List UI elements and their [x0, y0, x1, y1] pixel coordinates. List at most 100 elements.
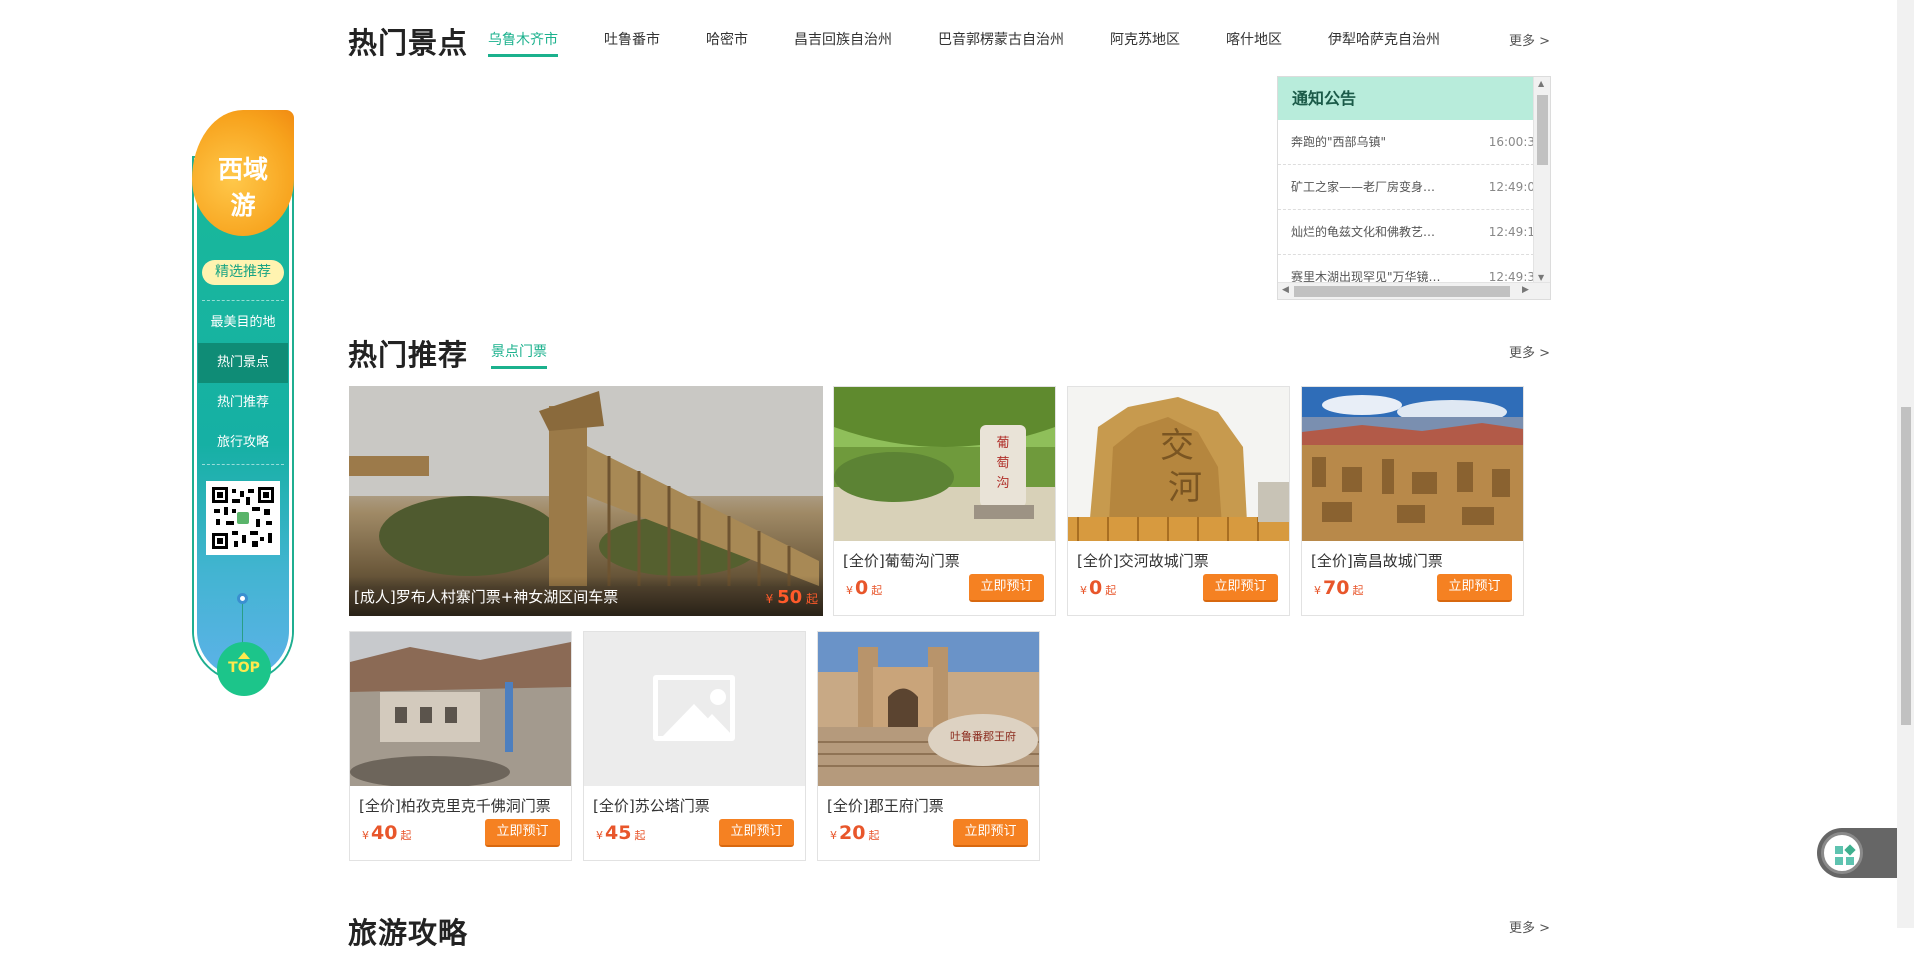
- jiaohe-ruins-photo[interactable]: 交 河: [1068, 387, 1289, 541]
- notice-hscroll-thumb[interactable]: [1294, 286, 1510, 297]
- widget-ring[interactable]: [1821, 832, 1863, 874]
- price-value: 0: [1089, 577, 1103, 599]
- logo-line-2: 游: [230, 191, 256, 220]
- tab-bayingolin[interactable]: 巴音郭楞蒙古自治州: [938, 29, 1064, 57]
- tab-scenic-tickets[interactable]: 景点门票: [491, 341, 547, 369]
- tab-urumqi[interactable]: 乌鲁木齐市: [488, 29, 558, 57]
- price-from: 起: [805, 592, 818, 606]
- hot-recommend-tabs: 景点门票: [491, 341, 593, 369]
- price-from: 起: [868, 829, 880, 842]
- price-from: 起: [400, 829, 412, 842]
- notice-item[interactable]: 灿烂的龟兹文化和佛教艺… 12:49:1: [1278, 210, 1535, 255]
- travel-guide-title: 旅游攻略: [348, 916, 469, 950]
- book-now-button[interactable]: 立即预订: [1437, 574, 1512, 602]
- tab-turpan[interactable]: 吐鲁番市: [604, 29, 660, 57]
- featured-ticket-card[interactable]: [成人]罗布人村寨门票+神女湖区间车票 ¥ 50 起: [349, 386, 823, 616]
- tab-hami[interactable]: 哈密市: [706, 29, 748, 57]
- apps-icon[interactable]: [1835, 844, 1856, 866]
- ticket-name[interactable]: [全价]交河故城门票: [1077, 550, 1209, 571]
- nav-divider: [202, 300, 284, 301]
- scroll-left-icon[interactable]: ◀: [1282, 285, 1289, 295]
- book-now-button[interactable]: 立即预订: [719, 819, 794, 847]
- floating-nav: 西域 游 精选推荐 最美目的地 热门景点 热门推荐 旅行攻略 TOP: [192, 110, 294, 696]
- currency-symbol: ¥: [830, 829, 837, 842]
- notice-item-text[interactable]: 矿工之家——老厂房变身…: [1291, 180, 1435, 194]
- tab-ili[interactable]: 伊犁哈萨克自治州: [1328, 29, 1440, 57]
- scroll-right-icon[interactable]: ▶: [1522, 285, 1529, 295]
- book-now-button[interactable]: 立即预订: [1203, 574, 1278, 602]
- notice-item-time: 16:00:3: [1488, 135, 1535, 149]
- tab-changji[interactable]: 昌吉回族自治州: [794, 29, 892, 57]
- nav-knob: [237, 593, 248, 604]
- notice-vertical-scrollbar[interactable]: ▲ ▼: [1533, 77, 1550, 284]
- price-value: 50: [777, 587, 803, 608]
- ticket-card[interactable]: [全价]柏孜克里克千佛洞门票 ¥40 起 立即预订: [349, 631, 572, 861]
- nav-divider: [202, 464, 284, 465]
- hot-spots-title: 热门景点: [348, 26, 469, 60]
- ticket-name[interactable]: [全价]葡萄沟门票: [843, 550, 960, 571]
- tab-kashgar[interactable]: 喀什地区: [1226, 29, 1282, 57]
- nav-item-destinations[interactable]: 最美目的地: [198, 303, 288, 343]
- notice-panel: 通知公告 奔跑的"西部乌镇" 16:00:3 矿工之家——老厂房变身… 12:4…: [1277, 76, 1551, 300]
- placeholder-mountain-small: [690, 714, 734, 737]
- prince-mansion-photo[interactable]: 吐鲁番郡王府: [818, 632, 1039, 786]
- nav-item-hot-recommend[interactable]: 热门推荐: [198, 383, 288, 423]
- price-value: 70: [1323, 577, 1350, 599]
- nav-item-travel-guide[interactable]: 旅行攻略: [198, 423, 288, 463]
- currency-symbol: ¥: [596, 829, 603, 842]
- book-now-button[interactable]: 立即预订: [969, 574, 1044, 602]
- floating-widget[interactable]: [1817, 828, 1897, 878]
- price-from: 起: [1352, 584, 1364, 597]
- svg-text:交: 交: [1160, 427, 1194, 465]
- ticket-price: ¥0 起: [846, 577, 882, 599]
- svg-text:河: 河: [1168, 470, 1202, 507]
- notice-item[interactable]: 奔跑的"西部乌镇" 16:00:3: [1278, 120, 1535, 165]
- ticket-card[interactable]: [全价]苏公塔门票 ¥45 起 立即预订: [583, 631, 806, 861]
- price-from: 起: [1105, 584, 1117, 597]
- page-scroll-thumb[interactable]: [1901, 407, 1911, 725]
- svg-text:葡: 葡: [996, 435, 1009, 450]
- bezeklik-caves-photo[interactable]: [350, 632, 571, 786]
- price-value: 20: [839, 822, 866, 844]
- book-now-button[interactable]: 立即预订: [485, 819, 560, 847]
- hot-spots-more-link[interactable]: 更多 >: [1509, 30, 1550, 49]
- back-to-top-button[interactable]: TOP: [217, 642, 271, 696]
- travel-guide-more-link[interactable]: 更多 >: [1509, 917, 1550, 936]
- ticket-name[interactable]: [全价]郡王府门票: [827, 795, 944, 816]
- price-value: 40: [371, 822, 398, 844]
- ticket-price: ¥45 起: [596, 822, 645, 844]
- tab-aksu[interactable]: 阿克苏地区: [1110, 29, 1180, 57]
- travel-guide-header: 旅游攻略 更多 >: [348, 910, 1550, 960]
- currency-symbol: ¥: [765, 592, 774, 606]
- ticket-card[interactable]: 葡 萄 沟 [全价]葡萄沟门票 ¥0 起 立即预订: [833, 386, 1056, 616]
- notice-horizontal-scrollbar[interactable]: ◀ ▶: [1278, 282, 1550, 299]
- page-scrollbar[interactable]: [1897, 0, 1914, 928]
- notice-item-text[interactable]: 灿烂的龟兹文化和佛教艺…: [1291, 225, 1435, 239]
- hot-recommend-header: 热门推荐 景点门票 更多 >: [348, 332, 1550, 382]
- notice-item-text[interactable]: 奔跑的"西部乌镇": [1291, 135, 1386, 149]
- price-value: 0: [855, 577, 869, 599]
- grape-valley-photo[interactable]: 葡 萄 沟: [834, 387, 1055, 541]
- ticket-name[interactable]: [全价]柏孜克里克千佛洞门票: [359, 795, 551, 816]
- ticket-name[interactable]: [全价]高昌故城门票: [1311, 550, 1443, 571]
- scroll-down-icon[interactable]: ▼: [1538, 273, 1544, 282]
- placeholder-sun: [710, 689, 726, 705]
- ticket-name[interactable]: [全价]苏公塔门票: [593, 795, 710, 816]
- book-now-button[interactable]: 立即预订: [953, 819, 1028, 847]
- notice-title: 通知公告: [1278, 77, 1534, 120]
- nav-item-hot-spots[interactable]: 热门景点: [198, 343, 288, 383]
- price-from: 起: [634, 829, 646, 842]
- notice-item[interactable]: 矿工之家——老厂房变身… 12:49:0: [1278, 165, 1535, 210]
- ticket-card[interactable]: 吐鲁番郡王府 [全价]郡王府门票 ¥20 起 立即预订: [817, 631, 1040, 861]
- ticket-card[interactable]: [全价]高昌故城门票 ¥70 起 立即预订: [1301, 386, 1524, 616]
- hot-recommend-more-link[interactable]: 更多 >: [1509, 342, 1550, 361]
- hot-spots-header: 热门景点 乌鲁木齐市 吐鲁番市 哈密市 昌吉回族自治州 巴音郭楞蒙古自治州 阿克…: [348, 20, 1550, 70]
- notice-scroll-thumb[interactable]: [1537, 95, 1548, 165]
- placeholder-image-icon[interactable]: [584, 632, 805, 786]
- gaochang-ruins-photo[interactable]: [1302, 387, 1523, 541]
- featured-ticket-name[interactable]: [成人]罗布人村寨门票+神女湖区间车票: [354, 586, 618, 607]
- hot-spots-tabs: 乌鲁木齐市 吐鲁番市 哈密市 昌吉回族自治州 巴音郭楞蒙古自治州 阿克苏地区 喀…: [488, 29, 1486, 57]
- scroll-up-icon[interactable]: ▲: [1538, 79, 1544, 88]
- qr-code: [206, 481, 280, 555]
- ticket-card[interactable]: 交 河 [全价]交河故城门票 ¥0 起 立即预订: [1067, 386, 1290, 616]
